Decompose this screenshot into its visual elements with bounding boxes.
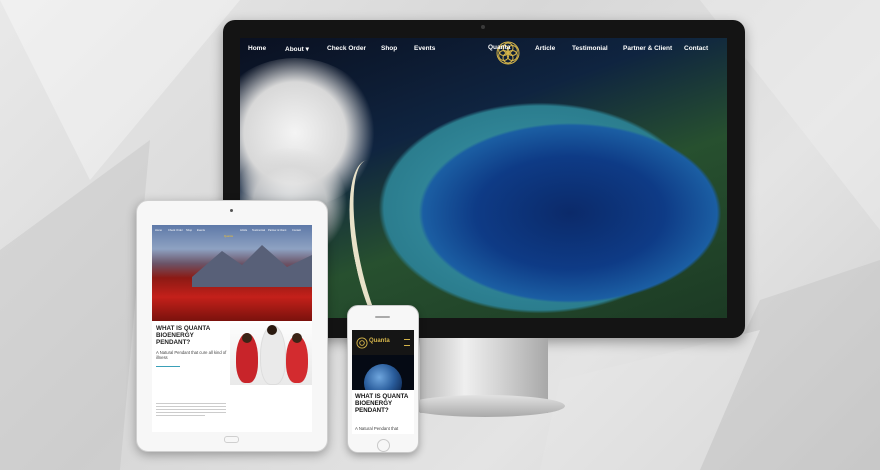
tablet-nav-events[interactable]: Events (197, 229, 205, 232)
flower-of-life-icon (356, 337, 368, 349)
monitor-stand-base (405, 395, 565, 417)
nav-about[interactable]: About ▾ (285, 45, 309, 53)
tablet-nav-check-order[interactable]: Check Order (168, 229, 183, 232)
globe-image (364, 364, 402, 390)
phone-header: Quanta (352, 330, 414, 355)
nav-contact[interactable]: Contact (684, 45, 708, 52)
person-head (292, 333, 302, 343)
logo-text: Quanta (488, 44, 511, 51)
tablet-nav-article[interactable]: Article (240, 229, 247, 232)
nav-partner-client[interactable]: Partner & Client (623, 45, 672, 52)
tablet-body-text (156, 401, 226, 418)
autumn-forest-image: Home Check Order Shop Events Quanta Arti… (152, 225, 312, 321)
tablet-logo[interactable]: Quanta (224, 235, 233, 238)
tablet-screen: Home Check Order Shop Events Quanta Arti… (152, 225, 312, 432)
nav-events[interactable]: Events (414, 45, 435, 52)
tablet-nav-partner[interactable]: Partner & Client (268, 229, 286, 232)
nav-home[interactable]: Home (248, 45, 266, 52)
phone-speaker (375, 316, 390, 318)
tablet-nav-testimonial[interactable]: Testimonial (252, 229, 265, 232)
earth-image (352, 355, 414, 390)
tablet-nav-home[interactable]: Home (155, 229, 162, 232)
phone-logo-text[interactable]: Quanta (369, 338, 390, 344)
nav-check-order[interactable]: Check Order (327, 45, 366, 52)
menu-icon[interactable] (404, 339, 410, 346)
tablet-nav-shop[interactable]: Shop (186, 229, 192, 232)
tablet-camera (230, 209, 233, 212)
phone-screen: Quanta WHAT IS QUANTA BIOENERGY PENDANT?… (352, 330, 414, 434)
nav-shop[interactable]: Shop (381, 45, 397, 52)
phone-subheading: A Natural Pendant that (355, 426, 399, 431)
tablet-home-button[interactable] (224, 436, 239, 443)
family-photo (230, 323, 312, 385)
nav-article[interactable]: Article (535, 45, 555, 52)
phone-heading: WHAT IS QUANTA BIOENERGY PENDANT? (355, 393, 409, 414)
tablet-heading: WHAT IS QUANTA BIOENERGY PENDANT? (156, 325, 211, 346)
person-head (267, 325, 277, 335)
phone-home-button[interactable] (377, 439, 390, 452)
phone-device: Quanta WHAT IS QUANTA BIOENERGY PENDANT?… (347, 305, 419, 453)
tablet-device: Home Check Order Shop Events Quanta Arti… (136, 200, 328, 452)
nav-testimonial[interactable]: Testimonial (572, 45, 608, 52)
tablet-subheading: A Natural Pendant that cure all kind of … (156, 350, 227, 360)
quanta-logo[interactable]: Quanta (488, 40, 528, 71)
person-head (242, 333, 252, 343)
mountains-image (192, 245, 312, 287)
webcam (481, 25, 485, 29)
tablet-nav-contact[interactable]: Contact (292, 229, 301, 232)
desktop-nav: Home About ▾ Check Order Shop Events Qua… (240, 38, 727, 74)
divider (156, 366, 180, 367)
